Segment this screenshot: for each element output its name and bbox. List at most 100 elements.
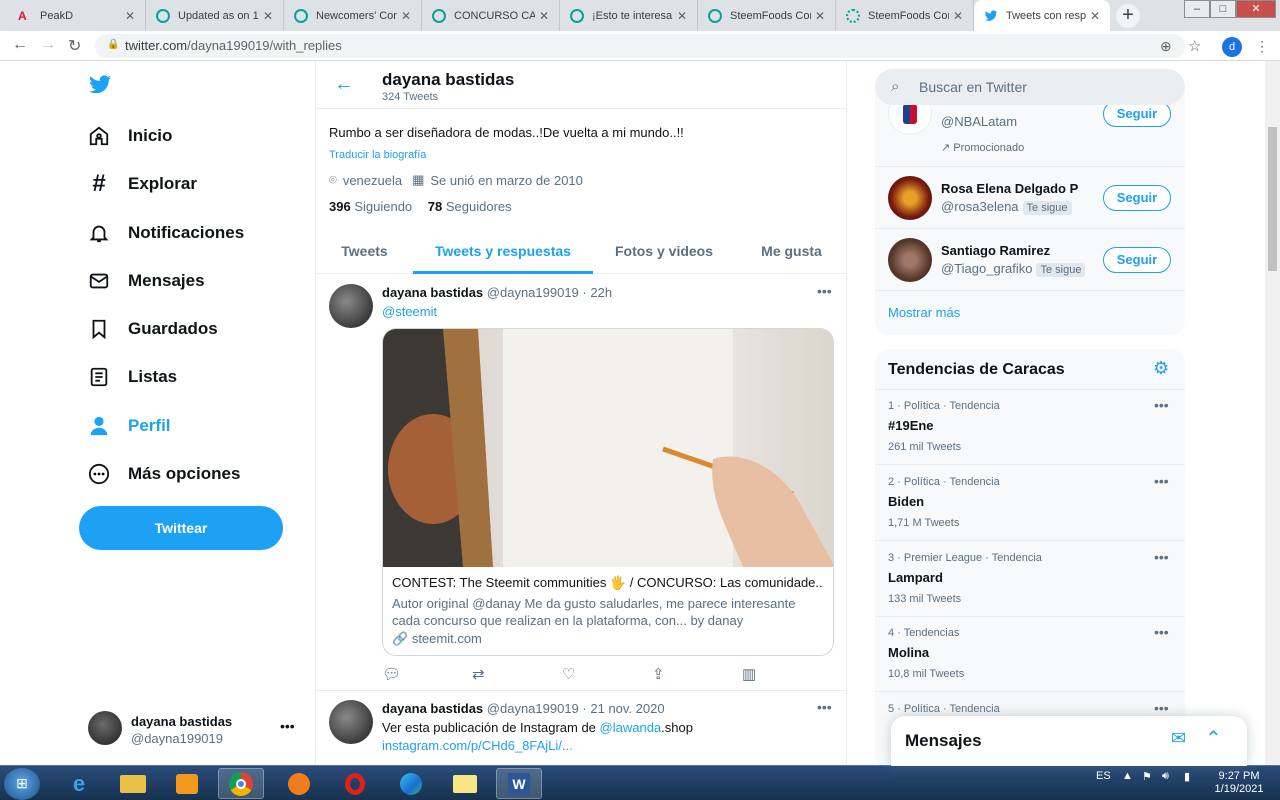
nav-item-lists[interactable]: Listas: [86, 364, 177, 390]
close-icon[interactable]: ✕: [673, 9, 691, 23]
tab-tweets[interactable]: Tweets: [316, 229, 413, 274]
browser-tab[interactable]: Newcomers' Com ✕: [284, 0, 422, 31]
tweet-time[interactable]: 21 nov. 2020: [590, 701, 664, 716]
share-icon[interactable]: ⇪: [652, 665, 665, 683]
browser-tab-active[interactable]: Tweets con resp ✕: [974, 0, 1110, 31]
chrome-icon[interactable]: [218, 768, 264, 799]
reply-icon[interactable]: 💬︎: [382, 665, 401, 683]
tweet-time[interactable]: 22h: [590, 285, 612, 300]
ie-icon[interactable]: e: [56, 768, 102, 799]
retweet-icon[interactable]: ⇄: [472, 665, 485, 683]
edge-icon[interactable]: [388, 768, 434, 799]
tray-expand-icon[interactable]: ▲: [1122, 770, 1133, 782]
nav-item-notifications[interactable]: Notificaciones: [86, 220, 244, 246]
tweet-author-name[interactable]: dayana bastidas: [382, 285, 483, 300]
more-dots-icon[interactable]: •••: [817, 283, 832, 299]
browser-tab[interactable]: SteemFoods Com ✕: [698, 0, 836, 31]
twitter-logo-icon[interactable]: [86, 73, 114, 97]
like-icon[interactable]: ♡: [562, 665, 575, 683]
settings-gear-icon[interactable]: ⚙: [1153, 358, 1169, 379]
new-tab-button[interactable]: +: [1116, 4, 1140, 28]
trend-item[interactable]: 1 · Política · Tendencia #19Ene 261 mil …: [875, 389, 1185, 465]
avast-icon[interactable]: [276, 768, 322, 799]
opera-icon[interactable]: [332, 768, 378, 799]
nav-item-profile[interactable]: Perfil: [86, 413, 171, 439]
avatar[interactable]: [329, 700, 373, 744]
mention-link[interactable]: @lawanda: [600, 720, 662, 735]
scrollbar-thumb[interactable]: [1268, 127, 1277, 271]
more-dots-icon[interactable]: •••: [1154, 397, 1169, 413]
maximize-button[interactable]: □: [1210, 0, 1236, 18]
browser-tab[interactable]: Updated as on 1( ✕: [146, 0, 284, 31]
tweet[interactable]: dayana bastidas @dayna199019 · 21 nov. 2…: [316, 691, 846, 765]
close-icon[interactable]: ✕: [949, 9, 967, 23]
word-icon[interactable]: W: [496, 768, 542, 799]
tweet-url-link[interactable]: instagram.com/p/CHd6_8FAjLi/...: [382, 738, 573, 753]
follow-button[interactable]: Seguir: [1103, 185, 1171, 211]
forward-arrow-icon[interactable]: →: [40, 36, 56, 54]
browser-tab[interactable]: CONCURSO CAS ✕: [422, 0, 560, 31]
more-dots-icon[interactable]: •••: [1154, 700, 1169, 716]
menu-dots-icon[interactable]: ⋮: [1255, 38, 1269, 55]
link-card[interactable]: CONTEST: The Steemit communities 🖐 / CON…: [382, 328, 834, 656]
media-player-icon[interactable]: [164, 768, 210, 799]
nav-item-messages[interactable]: Mensajes: [86, 268, 205, 294]
account-switcher[interactable]: dayana bastidas @dayna199019 •••: [88, 711, 308, 747]
minimize-button[interactable]: –: [1184, 0, 1210, 18]
close-icon[interactable]: ✕: [259, 9, 277, 23]
browser-tab[interactable]: SteemFoods Com ✕: [836, 0, 974, 31]
network-icon[interactable]: ▮: [1184, 770, 1190, 783]
trend-item[interactable]: 2 · Política · Tendencia Biden 1,71 M Tw…: [875, 465, 1185, 541]
close-icon[interactable]: ✕: [1086, 9, 1104, 23]
browser-profile-avatar[interactable]: d: [1222, 37, 1242, 57]
folder-icon[interactable]: [110, 768, 156, 799]
nav-item-explore[interactable]: # Explorar: [86, 170, 197, 197]
follow-suggestion[interactable]: Rosa Elena Delgado P @rosa3elena Te sigue…: [875, 167, 1185, 229]
tab-likes[interactable]: Me gusta: [735, 229, 846, 274]
tab-tweets-replies[interactable]: Tweets y respuestas: [413, 229, 593, 274]
nav-item-home[interactable]: Inicio: [86, 123, 172, 149]
browser-tab[interactable]: ¡Esto te interesa! ✕: [560, 0, 698, 31]
close-icon[interactable]: ✕: [121, 9, 139, 23]
more-dots-icon[interactable]: •••: [1154, 473, 1169, 489]
more-dots-icon[interactable]: •••: [1154, 624, 1169, 640]
browser-tab-peakd[interactable]: A PeakD ✕: [8, 0, 146, 31]
tweet-author-name[interactable]: dayana bastidas: [382, 701, 483, 716]
system-clock[interactable]: 9:27 PM 1/19/2021: [1204, 770, 1274, 796]
volume-icon[interactable]: 🔊︎: [1162, 770, 1169, 783]
more-dots-icon[interactable]: •••: [1154, 549, 1169, 565]
tweet-button[interactable]: Twittear: [79, 506, 283, 550]
tweet-text[interactable]: @steemit: [382, 304, 437, 319]
nav-item-more[interactable]: Más opciones: [86, 461, 240, 487]
follow-suggestion[interactable]: Santiago Ramirez @Tiago_grafiko Te sigue …: [875, 229, 1185, 291]
new-message-icon[interactable]: ✉: [1171, 728, 1186, 749]
trend-item[interactable]: 4 · Tendencias Molina 10,8 mil Tweets ••…: [875, 616, 1185, 692]
close-icon[interactable]: ✕: [535, 9, 553, 23]
messages-drawer[interactable]: Mensajes ✉ ⌃: [891, 716, 1247, 766]
star-icon[interactable]: ☆: [1188, 37, 1201, 55]
analytics-icon[interactable]: ▥: [742, 665, 756, 683]
close-window-button[interactable]: ✕: [1236, 0, 1276, 18]
search-input[interactable]: ⌕ Buscar en Twitter: [875, 69, 1185, 105]
start-button[interactable]: ⊞: [4, 768, 40, 800]
more-dots-icon[interactable]: •••: [817, 699, 832, 715]
avatar[interactable]: [329, 284, 373, 328]
back-arrow-icon[interactable]: ←: [334, 73, 354, 96]
reload-icon[interactable]: ↻: [68, 36, 81, 56]
translate-bio-link[interactable]: Traducir la biografía: [329, 149, 426, 161]
following-link[interactable]: 396 Siguiendo: [329, 199, 412, 214]
trend-item[interactable]: 3 · Premier League · Tendencia Lampard 1…: [875, 541, 1185, 617]
tab-media[interactable]: Fotos y videos: [593, 229, 735, 274]
sticky-notes-icon[interactable]: [442, 768, 488, 799]
nav-item-bookmarks[interactable]: Guardados: [86, 316, 218, 342]
close-icon[interactable]: ✕: [811, 9, 829, 23]
more-dots-icon[interactable]: •••: [280, 718, 295, 734]
expand-chevrons-icon[interactable]: ⌃: [1205, 726, 1222, 751]
close-icon[interactable]: ✕: [397, 9, 415, 23]
show-more-link[interactable]: Mostrar más: [888, 305, 960, 320]
language-indicator[interactable]: ES: [1096, 770, 1111, 782]
add-circle-icon[interactable]: ⊕: [1160, 38, 1172, 55]
address-bar[interactable]: twitter.com/dayna199019/with_replies: [95, 34, 1185, 58]
follow-button[interactable]: Seguir: [1103, 247, 1171, 273]
back-arrow-icon[interactable]: ←: [12, 36, 28, 54]
